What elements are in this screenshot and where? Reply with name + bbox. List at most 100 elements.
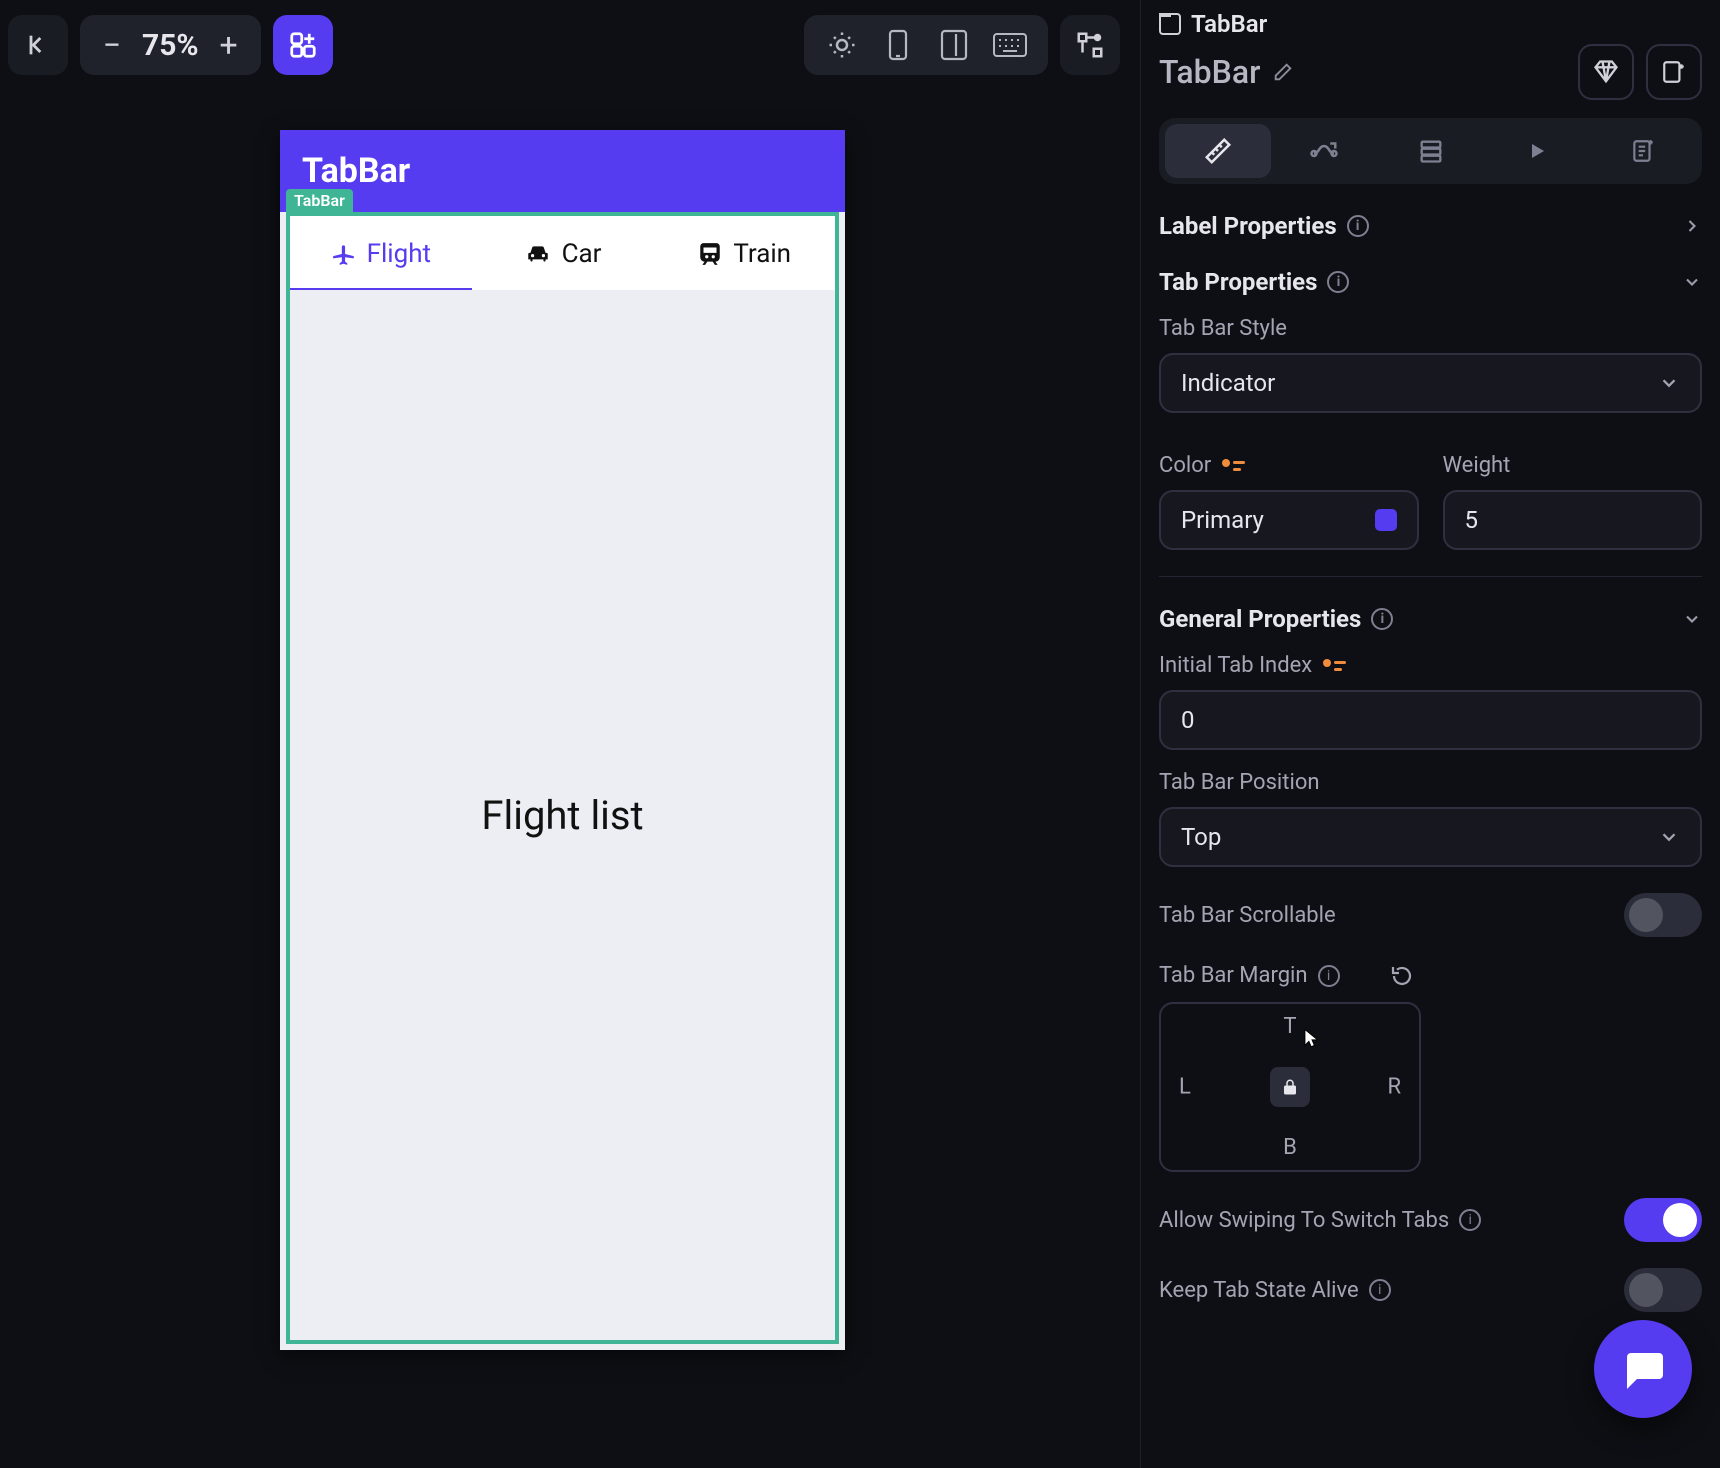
chat-fab[interactable] [1594, 1320, 1692, 1418]
field-label-tabbarstyle: Tab Bar Style [1159, 316, 1702, 341]
field-label-text: Tab Bar Margin [1159, 963, 1308, 988]
breadcrumb[interactable]: TabBar [1159, 10, 1702, 38]
color-swatch [1375, 509, 1397, 531]
phone-icon [885, 29, 911, 61]
section-general-properties[interactable]: General Properties i [1159, 605, 1702, 633]
zoom-value: 75% [136, 28, 205, 63]
section-title: General Properties [1159, 605, 1361, 633]
preview-tab-row: Flight Car Train [290, 216, 835, 292]
zoom-in-button[interactable]: + [205, 26, 253, 64]
preview-tab-car[interactable]: Car [472, 216, 654, 292]
field-label-color: Color [1159, 453, 1419, 478]
constraints-button[interactable] [1060, 15, 1120, 75]
margin-left-input[interactable]: L [1179, 1075, 1191, 1100]
add-panel-icon [1661, 59, 1687, 85]
color-select[interactable]: Primary [1159, 490, 1419, 550]
section-title: Tab Properties [1159, 268, 1317, 296]
add-widget-icon [288, 30, 318, 60]
widget-name: TabBar [1159, 53, 1260, 91]
variable-icon[interactable] [1322, 658, 1348, 674]
margin-editor[interactable]: T L R B [1159, 1002, 1421, 1172]
section-tab-properties[interactable]: Tab Properties i [1159, 268, 1702, 296]
section-label-properties[interactable]: Label Properties i [1159, 212, 1702, 240]
preview-tab-train[interactable]: Train [653, 216, 835, 292]
actions-icon [1309, 136, 1339, 166]
database-icon [1417, 137, 1445, 165]
chevron-down-icon [1658, 826, 1680, 848]
tablet-preview-button[interactable] [936, 27, 972, 63]
preview-appbar-title: TabBar [302, 151, 410, 191]
toggle-label: Allow Swiping To Switch Tabs [1159, 1208, 1449, 1233]
info-icon[interactable]: i [1347, 215, 1369, 237]
weight-value: 5 [1465, 506, 1479, 534]
scrollable-toggle[interactable] [1624, 893, 1702, 937]
light-mode-button[interactable] [824, 27, 860, 63]
cursor-icon [1301, 1028, 1323, 1050]
allow-swipe-toggle[interactable] [1624, 1198, 1702, 1242]
play-icon [1525, 139, 1549, 163]
info-icon[interactable]: i [1369, 1279, 1391, 1301]
margin-top-input[interactable]: T [1283, 1014, 1296, 1039]
color-value: Primary [1181, 506, 1264, 534]
tab-bar-style-select[interactable]: Indicator [1159, 353, 1702, 413]
initial-index-input[interactable]: 0 [1159, 690, 1702, 750]
ruler-icon [1203, 136, 1233, 166]
toggle-label: Keep Tab State Alive [1159, 1278, 1359, 1303]
sun-icon [827, 30, 857, 60]
mode-tab-backend[interactable] [1377, 124, 1483, 178]
toggle-label: Tab Bar Scrollable [1159, 903, 1336, 928]
margin-lock-button[interactable] [1270, 1067, 1310, 1107]
preview-tab-body: Flight list [290, 290, 835, 1340]
info-icon[interactable]: i [1318, 965, 1340, 987]
mode-tab-animate[interactable] [1484, 124, 1590, 178]
info-icon[interactable]: i [1327, 271, 1349, 293]
field-label-text: Color [1159, 453, 1211, 478]
pro-button[interactable] [1578, 44, 1634, 100]
top-toolbar: − 75% + [8, 8, 1120, 82]
edit-name-button[interactable] [1272, 61, 1294, 83]
preview-mode-group [804, 15, 1048, 75]
selection-tag[interactable]: TabBar [286, 189, 353, 212]
weight-input[interactable]: 5 [1443, 490, 1703, 550]
zoom-control: − 75% + [80, 15, 261, 75]
collapse-left-button[interactable] [8, 15, 68, 75]
margin-right-input[interactable]: R [1387, 1075, 1401, 1100]
canvas-area[interactable]: TabBar TabBar Flight Car Train Flight li… [0, 100, 1125, 1460]
field-label-text: Initial Tab Index [1159, 653, 1312, 678]
chevron-down-icon [1658, 372, 1680, 394]
phone-preview-button[interactable] [880, 27, 916, 63]
field-label-initial-index: Initial Tab Index [1159, 653, 1702, 678]
preview-tab-label: Train [733, 239, 791, 269]
reset-margin-button[interactable] [1390, 964, 1414, 988]
margin-bottom-input[interactable]: B [1283, 1135, 1297, 1160]
lock-icon [1281, 1077, 1299, 1097]
keyboard-icon [992, 32, 1028, 58]
mode-tab-docs[interactable] [1590, 124, 1696, 178]
field-label-position: Tab Bar Position [1159, 770, 1702, 795]
variable-icon[interactable] [1221, 458, 1247, 474]
device-preview[interactable]: TabBar TabBar Flight Car Train Flight li… [280, 130, 845, 1350]
keyboard-button[interactable] [992, 27, 1028, 63]
field-label-margin: Tab Bar Margin i [1159, 963, 1702, 988]
keep-alive-row: Keep Tab State Alive i [1159, 1268, 1702, 1312]
position-select[interactable]: Top [1159, 807, 1702, 867]
preview-tab-label: Flight [367, 239, 431, 269]
properties-panel: TabBar TabBar Label Properti [1140, 0, 1720, 1468]
zoom-out-button[interactable]: − [88, 26, 136, 64]
preview-tab-label: Car [562, 239, 602, 269]
keep-alive-toggle[interactable] [1624, 1268, 1702, 1312]
mode-tab-style[interactable] [1165, 124, 1271, 178]
airplane-icon [331, 241, 357, 267]
mode-tab-actions[interactable] [1271, 124, 1377, 178]
breadcrumb-label: TabBar [1191, 10, 1267, 38]
add-panel-button[interactable] [1646, 44, 1702, 100]
select-value: Indicator [1181, 369, 1275, 397]
preview-tab-flight[interactable]: Flight [290, 216, 472, 292]
info-icon[interactable]: i [1459, 1209, 1481, 1231]
section-title: Label Properties [1159, 212, 1337, 240]
select-value: Top [1181, 823, 1221, 851]
chevron-down-icon [1682, 272, 1702, 292]
document-add-icon [1630, 137, 1656, 165]
info-icon[interactable]: i [1371, 608, 1393, 630]
add-widget-button[interactable] [273, 15, 333, 75]
